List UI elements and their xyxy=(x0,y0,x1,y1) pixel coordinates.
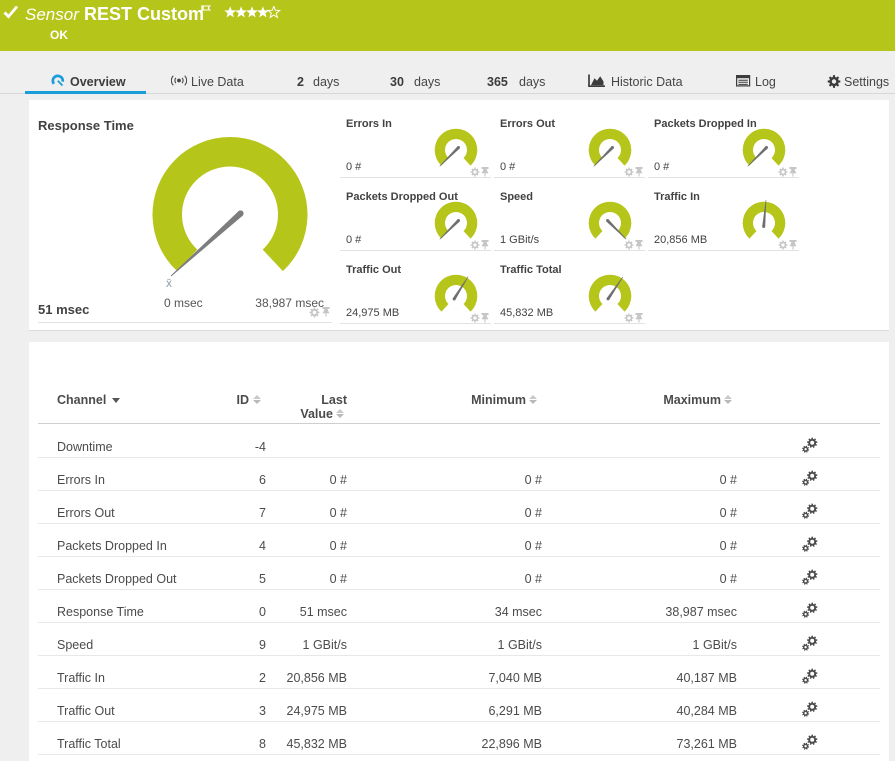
svg-text:x̄: x̄ xyxy=(166,276,172,290)
